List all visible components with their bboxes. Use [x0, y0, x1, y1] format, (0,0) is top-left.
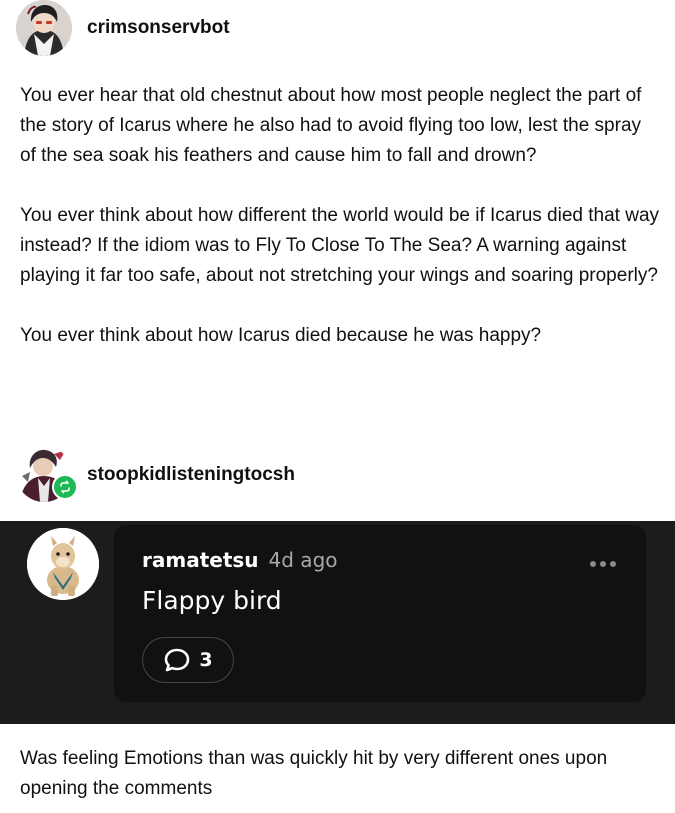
post-body: You ever hear that old chestnut about ho…: [20, 81, 660, 381]
anime-character-avatar-icon: [16, 0, 72, 56]
comment-author[interactable]: ramatetsu: [142, 548, 259, 572]
post-paragraph: Was feeling Emotions than was quickly hi…: [20, 748, 608, 799]
comment-meta: ramatetsu 4d ago: [142, 548, 338, 572]
comment-card: ramatetsu 4d ago Flappy bird 3: [114, 525, 646, 702]
username[interactable]: stoopkidlisteningtocsh: [87, 464, 295, 486]
speech-bubble-icon: [165, 648, 190, 672]
post-paragraph: You ever hear that old chestnut about ho…: [20, 85, 642, 166]
more-options-button[interactable]: [590, 561, 616, 567]
post-paragraph: You ever think about how different the w…: [20, 205, 660, 286]
username[interactable]: crimsonservbot: [87, 17, 230, 39]
post-header-crimsonservbot: crimsonservbot: [16, 0, 230, 56]
more-options-icon: [610, 561, 616, 567]
comment-text: Flappy bird: [142, 586, 282, 615]
post-paragraph: You ever think about how Icarus died bec…: [20, 325, 542, 346]
alpaca-avatar-icon: [27, 528, 99, 600]
post-body: Was feeling Emotions than was quickly hi…: [20, 744, 660, 804]
post-header-stoopkidlisteningtocsh: stoopkidlisteningtocsh: [16, 446, 295, 504]
reblog-icon: [60, 480, 70, 494]
comment-timestamp: 4d ago: [268, 548, 338, 572]
reply-count: 3: [199, 649, 213, 671]
comment-screenshot: ramatetsu 4d ago Flappy bird 3: [0, 521, 675, 724]
more-options-icon: [600, 561, 606, 567]
commenter-avatar[interactable]: [27, 528, 99, 600]
avatar-wrapper: [16, 446, 78, 504]
reply-count-button[interactable]: 3: [142, 637, 234, 683]
more-options-icon: [590, 561, 596, 567]
avatar[interactable]: [16, 0, 72, 56]
reblog-badge: [52, 474, 78, 500]
